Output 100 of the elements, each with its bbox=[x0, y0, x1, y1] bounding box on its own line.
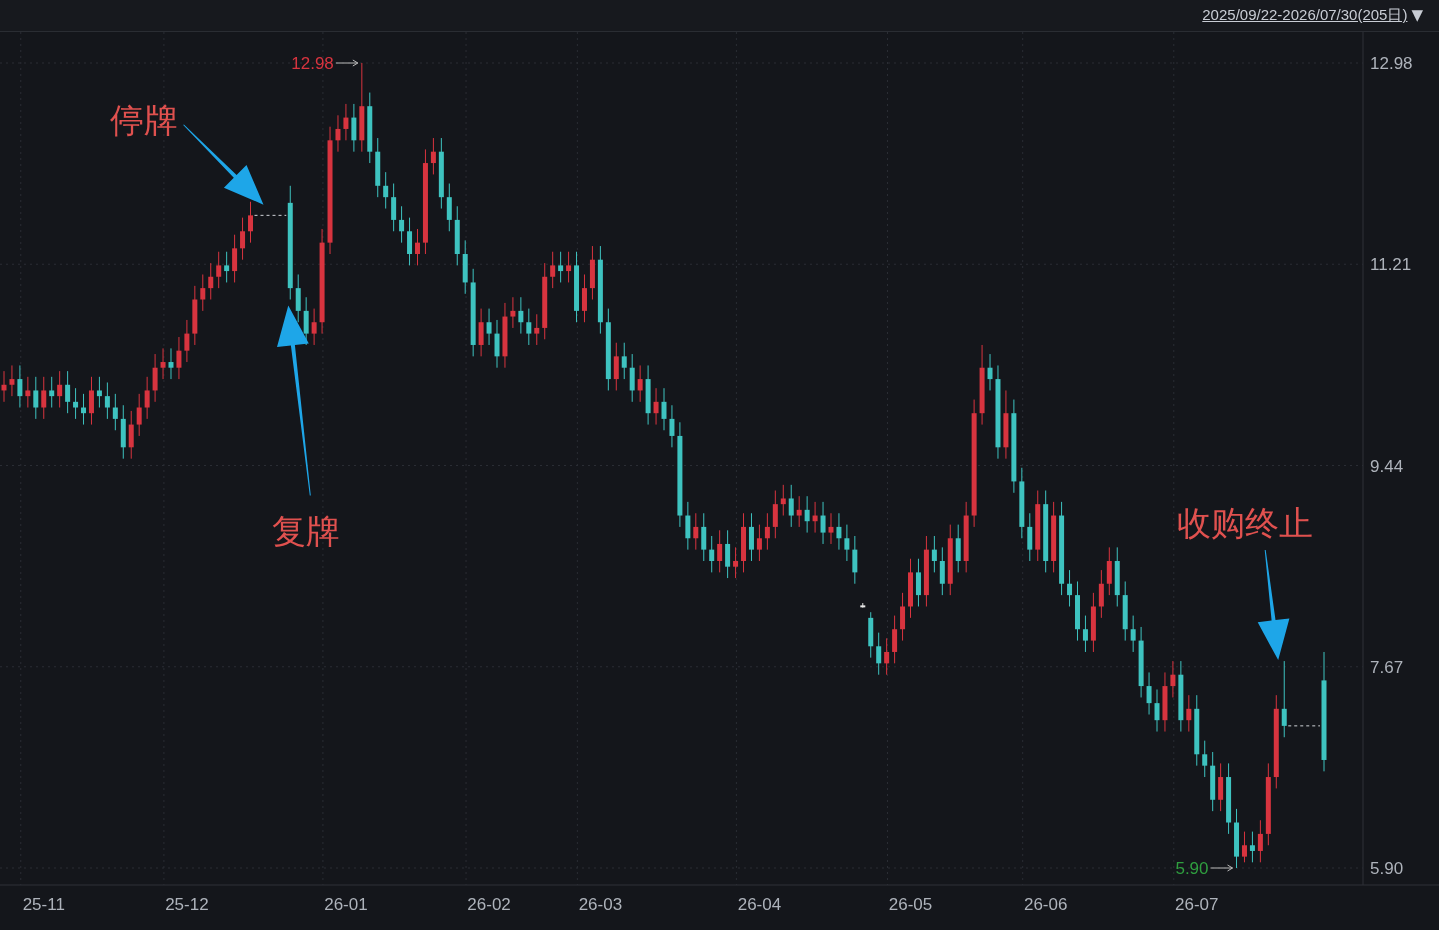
candlestick bbox=[534, 313, 540, 346]
date-range-selector[interactable]: 2025/09/22-2026/07/30(205日) bbox=[1202, 4, 1408, 27]
candlestick bbox=[454, 205, 460, 266]
candlestick bbox=[518, 296, 524, 335]
candlestick bbox=[613, 342, 619, 391]
candlestick bbox=[25, 376, 31, 408]
candlestick bbox=[526, 308, 532, 346]
candlestick bbox=[96, 376, 102, 408]
annotation: 12.98 bbox=[291, 54, 334, 73]
candlestick bbox=[900, 592, 906, 642]
candlestick bbox=[168, 347, 174, 380]
candlestick bbox=[1027, 512, 1033, 562]
candlestick bbox=[399, 205, 405, 244]
candlestick bbox=[502, 302, 508, 369]
candlestick bbox=[1, 370, 7, 403]
candlestick bbox=[232, 234, 238, 283]
annotation-label: 收购终止 bbox=[1177, 504, 1314, 543]
annotation-label: 复牌 bbox=[272, 512, 341, 551]
candlestick bbox=[375, 137, 381, 198]
date-axis-label: 26-02 bbox=[467, 895, 511, 914]
candlestick bbox=[669, 404, 675, 448]
candlestick bbox=[295, 274, 301, 323]
candlestick bbox=[351, 103, 357, 153]
candlestick bbox=[446, 183, 452, 232]
candlestick bbox=[486, 308, 492, 346]
date-axis-label: 26-05 bbox=[888, 895, 933, 914]
candlestick bbox=[860, 602, 866, 609]
candlestick bbox=[1122, 580, 1128, 642]
date-axis-label: 25-11 bbox=[22, 895, 65, 914]
date-axis-label: 25-12 bbox=[165, 895, 209, 914]
candlestick bbox=[17, 364, 23, 408]
candlestick bbox=[1218, 762, 1224, 812]
candlestick bbox=[939, 546, 945, 596]
candlestick bbox=[574, 251, 580, 323]
annotation: 5.90 bbox=[1175, 859, 1209, 878]
candlestick bbox=[582, 274, 587, 323]
candlestick bbox=[892, 615, 898, 664]
candlestick bbox=[828, 512, 834, 545]
candlestick bbox=[120, 404, 126, 460]
candlestick bbox=[558, 251, 564, 283]
date-axis-label: 26-01 bbox=[324, 895, 368, 914]
candlestick bbox=[987, 353, 993, 391]
candlestick bbox=[1234, 808, 1240, 869]
candlestick bbox=[224, 251, 230, 283]
candlestick bbox=[637, 364, 643, 403]
candlestick bbox=[1067, 569, 1073, 607]
candlestick bbox=[1186, 694, 1192, 733]
candlestick bbox=[701, 512, 707, 562]
candlestick bbox=[1019, 467, 1025, 539]
candlestick bbox=[836, 512, 842, 551]
candlestick bbox=[780, 484, 786, 517]
candlestick bbox=[820, 501, 826, 545]
dropdown-arrow[interactable]: ▼ bbox=[1411, 4, 1423, 27]
candlestick bbox=[462, 239, 468, 295]
candlestick bbox=[764, 512, 770, 551]
date-axis-label: 26-07 bbox=[1175, 895, 1219, 914]
candlestick bbox=[335, 114, 341, 153]
candlestick bbox=[208, 262, 214, 300]
candlestick bbox=[1249, 831, 1255, 863]
candlestick bbox=[112, 393, 118, 431]
price-axis-label: 7.67 bbox=[1370, 657, 1404, 677]
candlestick bbox=[1162, 671, 1168, 733]
candlestick bbox=[653, 387, 659, 426]
candlestick bbox=[947, 524, 953, 596]
candlestick bbox=[868, 611, 874, 659]
candlestick bbox=[709, 535, 715, 573]
candlestick bbox=[756, 524, 762, 562]
candlestick bbox=[73, 387, 79, 420]
candlestick bbox=[65, 370, 71, 414]
candlestick bbox=[1114, 546, 1120, 607]
candlestick bbox=[1098, 569, 1104, 619]
candlestick bbox=[661, 387, 667, 431]
candlestick bbox=[566, 251, 572, 283]
candlestick bbox=[1138, 626, 1144, 698]
candlestick bbox=[311, 308, 317, 346]
candlestick bbox=[804, 495, 810, 534]
candlestick bbox=[1106, 546, 1112, 596]
candlestick bbox=[908, 558, 913, 619]
candlestick bbox=[1035, 490, 1041, 562]
candlestick bbox=[884, 637, 890, 676]
candlestick bbox=[184, 319, 190, 363]
candlestick bbox=[725, 529, 731, 579]
candlestick bbox=[57, 370, 63, 408]
candlestick bbox=[685, 501, 691, 551]
price-axis-label: 5.90 bbox=[1370, 859, 1404, 878]
candlestick bbox=[81, 393, 86, 426]
candlestick bbox=[645, 364, 651, 426]
candlestick bbox=[88, 376, 94, 426]
candlestick bbox=[1146, 671, 1152, 715]
candlestick bbox=[104, 382, 110, 420]
candlestick bbox=[216, 251, 222, 289]
candlestick bbox=[621, 342, 627, 380]
candlestick bbox=[407, 217, 413, 266]
candlestick bbox=[1075, 580, 1080, 642]
candlestick bbox=[303, 296, 309, 346]
candlestick bbox=[741, 512, 746, 573]
candlestick bbox=[748, 512, 754, 562]
candlestick bbox=[415, 228, 420, 266]
price-axis-label: 11.21 bbox=[1370, 255, 1412, 275]
candlestick bbox=[33, 376, 39, 420]
